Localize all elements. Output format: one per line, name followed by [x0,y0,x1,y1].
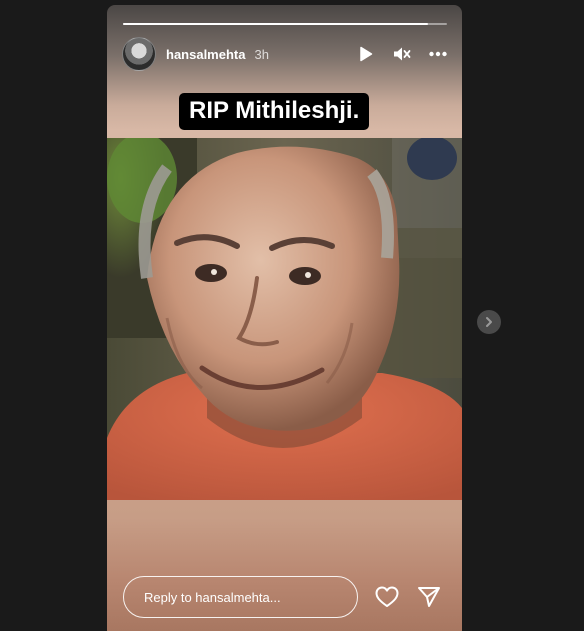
more-horizontal-icon[interactable] [429,45,447,63]
story-caption: RIP Mithileshji. [179,93,370,130]
chevron-right-icon [486,317,492,327]
timestamp: 3h [254,46,269,62]
username[interactable]: hansalmehta [166,47,245,62]
portrait-photo [107,138,462,500]
story-progress-fill [123,23,428,25]
play-icon[interactable] [357,45,375,63]
next-story-button[interactable] [477,310,501,334]
story-photo [107,138,462,500]
speaker-muted-icon[interactable] [393,45,411,63]
story-controls [357,45,447,63]
story-progress-bar [123,23,447,25]
avatar[interactable] [122,37,156,71]
send-icon[interactable] [416,584,442,610]
reply-input[interactable] [123,576,358,618]
story-header: hansalmehta 3h [122,37,447,71]
story-viewer[interactable]: hansalmehta 3h RIP Mithileshji. [107,5,462,631]
heart-icon[interactable] [374,584,400,610]
reply-bar [123,575,446,619]
